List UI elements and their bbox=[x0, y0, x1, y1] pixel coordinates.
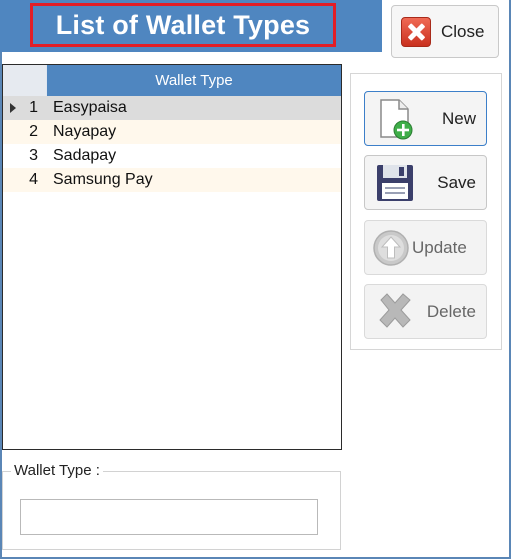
close-button[interactable]: Close bbox=[391, 5, 499, 58]
row-header[interactable]: 3 bbox=[3, 144, 46, 168]
up-arrow-icon bbox=[371, 226, 411, 270]
new-document-icon bbox=[373, 97, 417, 141]
update-button[interactable]: Update bbox=[364, 220, 487, 275]
delete-button-label: Delete bbox=[426, 301, 476, 321]
wallet-type-cell[interactable]: Samsung Pay bbox=[46, 171, 153, 189]
row-header[interactable]: 4 bbox=[3, 168, 46, 192]
table-row[interactable]: 1 Easypaisa bbox=[3, 96, 341, 120]
delete-button[interactable]: Delete bbox=[364, 284, 487, 339]
row-header[interactable]: 2 bbox=[3, 120, 46, 144]
update-button-label: Update bbox=[412, 237, 467, 257]
grid-corner-cell bbox=[3, 65, 46, 96]
column-header-wallet-type[interactable]: Wallet Type bbox=[46, 65, 341, 96]
close-button-label: Close bbox=[441, 21, 485, 41]
save-button-label: Save bbox=[437, 172, 476, 192]
wallet-type-cell[interactable]: Nayapay bbox=[46, 123, 116, 141]
grid-header: Wallet Type bbox=[3, 65, 341, 96]
title-bar: List of Wallet Types bbox=[0, 0, 382, 52]
table-row[interactable]: 2 Nayapay bbox=[3, 120, 341, 144]
close-icon bbox=[401, 16, 431, 47]
wallet-type-cell[interactable]: Sadapay bbox=[46, 147, 116, 165]
page-title: List of Wallet Types bbox=[30, 3, 336, 47]
table-row[interactable]: 3 Sadapay bbox=[3, 144, 341, 168]
row-pointer-icon bbox=[10, 103, 16, 113]
row-header[interactable]: 1 bbox=[3, 96, 46, 120]
row-index: 3 bbox=[29, 147, 38, 164]
row-index: 2 bbox=[29, 123, 38, 140]
delete-x-icon bbox=[373, 290, 417, 334]
row-index: 4 bbox=[29, 171, 38, 188]
wallet-type-cell[interactable]: Easypaisa bbox=[46, 99, 127, 117]
save-button[interactable]: Save bbox=[364, 155, 487, 210]
wallet-type-input[interactable] bbox=[20, 499, 318, 535]
grid-body: 1 Easypaisa 2 Nayapay 3 Sadapay 4 Samsun… bbox=[3, 96, 341, 192]
new-button[interactable]: New bbox=[364, 91, 487, 146]
row-index: 1 bbox=[29, 99, 38, 116]
table-row[interactable]: 4 Samsung Pay bbox=[3, 168, 341, 192]
wallet-type-grid[interactable]: Wallet Type 1 Easypaisa 2 Nayapay 3 Sada… bbox=[2, 64, 342, 450]
new-button-label: New bbox=[441, 108, 476, 128]
wallet-type-group: Wallet Type : bbox=[2, 462, 341, 550]
wallet-type-label: Wallet Type : bbox=[11, 462, 103, 479]
floppy-disk-icon bbox=[373, 161, 417, 205]
